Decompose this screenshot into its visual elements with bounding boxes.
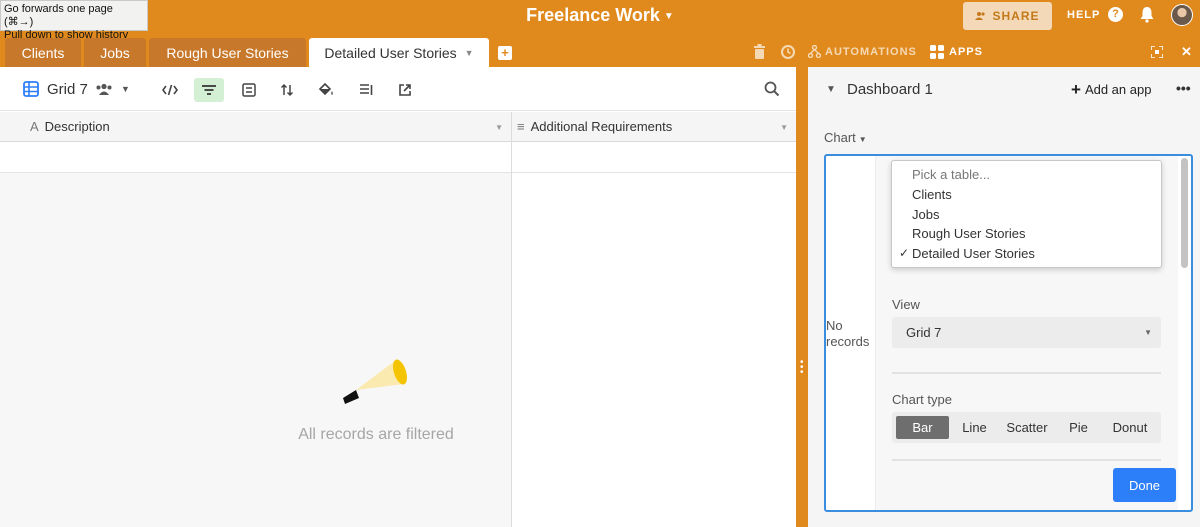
apps-icon (930, 45, 944, 59)
hide-fields-button[interactable] (155, 78, 185, 102)
group-button[interactable] (234, 78, 264, 102)
view-name[interactable]: Grid 7 (47, 81, 88, 98)
chart-app-label: Chart (824, 130, 856, 145)
chart-type-scatter[interactable]: Scatter (1000, 416, 1054, 439)
filter-button[interactable] (194, 78, 224, 102)
tab-rough-user-stories[interactable]: Rough User Stories (149, 38, 306, 68)
view-field-label: View (892, 297, 920, 312)
chart-type-label: Chart type (892, 392, 952, 407)
group-icon (242, 83, 256, 97)
checkmark-icon: ✓ (899, 246, 910, 260)
chevron-down-icon[interactable]: ▼ (780, 123, 788, 132)
done-button[interactable]: Done (1113, 468, 1176, 502)
share-view-button[interactable] (390, 78, 420, 102)
row-height-icon (360, 84, 373, 95)
tab-label: Clients (21, 45, 65, 61)
chart-type-pie[interactable]: Pie (1058, 416, 1099, 439)
chart-app-name[interactable]: Chart ▼ (824, 130, 867, 145)
view-select-value: Grid 7 (906, 325, 942, 340)
share-view-icon (399, 84, 411, 96)
table-option-detailed-user-stories[interactable]: Detailed User Stories (912, 246, 1035, 264)
apps-label: APPS (949, 46, 983, 58)
fullscreen-icon[interactable] (1151, 46, 1163, 58)
table-option-rough-user-stories[interactable]: Rough User Stories (912, 226, 1025, 244)
grid-view-icon (23, 81, 39, 97)
table-option-placeholder: Pick a table... (912, 167, 991, 182)
automations-button[interactable]: AUTOMATIONS (808, 45, 917, 58)
people-icon (975, 12, 986, 20)
empty-grid-area (0, 173, 511, 527)
base-title-text: Freelance Work (526, 5, 660, 25)
no-records-line-1: No (826, 318, 843, 333)
automations-icon (808, 45, 821, 58)
column-header-label: Description (44, 119, 110, 134)
help-button[interactable]: HELP (1067, 9, 1100, 21)
trash-icon[interactable] (754, 44, 765, 59)
tab-label: Jobs (100, 45, 130, 61)
chevron-down-icon[interactable]: ▼ (465, 48, 474, 58)
table-picker-dropdown[interactable]: Pick a table... Clients Jobs Rough User … (891, 160, 1162, 268)
chart-type-donut[interactable]: Donut (1103, 416, 1157, 439)
filter-icon (202, 85, 216, 95)
more-options-icon[interactable]: ••• (1176, 80, 1191, 96)
close-icon[interactable]: ✕ (1181, 44, 1192, 60)
color-button[interactable] (311, 78, 341, 102)
tab-clients[interactable]: Clients (5, 38, 81, 68)
dashboard-title[interactable]: Dashboard 1 (847, 81, 933, 98)
drag-handle-icon[interactable]: • • • (800, 358, 804, 378)
share-label: SHARE (992, 9, 1040, 23)
sort-button[interactable] (272, 78, 302, 102)
text-field-icon: A (30, 119, 39, 134)
history-icon[interactable] (780, 44, 796, 60)
panel-splitter[interactable] (796, 67, 808, 527)
chevron-down-icon[interactable]: ▼ (121, 84, 130, 94)
avatar[interactable] (1171, 4, 1193, 26)
chart-type-bar[interactable]: Bar (896, 416, 949, 439)
add-app-label: Add an app (1084, 82, 1152, 97)
chevron-down-icon[interactable]: ▼ (495, 123, 503, 132)
no-records-message: No records (826, 318, 869, 350)
table-option-clients[interactable]: Clients (912, 187, 952, 205)
chart-type-selector: Bar Line Scatter Pie Donut (892, 412, 1161, 443)
row-height-button[interactable] (351, 78, 381, 102)
plus-icon: + (1071, 80, 1081, 99)
search-icon[interactable] (764, 81, 780, 97)
table-option-jobs[interactable]: Jobs (912, 207, 939, 225)
tab-jobs[interactable]: Jobs (84, 38, 146, 68)
sort-icon (280, 83, 294, 97)
add-app-button[interactable]: + Add an app (1071, 80, 1152, 99)
settings-scrollbar[interactable] (1181, 158, 1188, 268)
chevron-down-icon[interactable]: ▼ (826, 84, 836, 95)
code-icon (162, 84, 178, 96)
view-select[interactable]: Grid 7 ▼ (892, 317, 1161, 348)
settings-divider (892, 459, 1161, 461)
long-text-field-icon: ≡ (517, 119, 525, 134)
column-header-additional-requirements[interactable]: ≡ Additional Requirements ▼ (512, 112, 796, 142)
tab-label: Detailed User Stories (324, 45, 457, 61)
view-toolbar: Grid 7 ▼ (0, 67, 796, 111)
empty-grid-area-right (512, 173, 796, 527)
help-icon[interactable]: ? (1108, 7, 1123, 22)
bell-icon[interactable] (1139, 6, 1155, 23)
no-records-line-2: records (826, 334, 870, 349)
column-header-description[interactable]: A Description ▼ (0, 112, 511, 142)
collaborative-view-icon (96, 83, 112, 95)
chart-type-line[interactable]: Line (953, 416, 996, 439)
apps-button[interactable]: APPS (930, 45, 983, 59)
tab-label: Rough User Stories (166, 45, 289, 61)
share-button[interactable]: SHARE (963, 2, 1052, 30)
paint-bucket-icon (318, 83, 333, 96)
chevron-down-icon: ▼ (663, 10, 674, 22)
add-table-button[interactable]: + (498, 46, 512, 60)
chevron-down-icon: ▼ (1144, 328, 1152, 337)
spotlight-icon (343, 359, 407, 404)
automations-label: AUTOMATIONS (825, 45, 917, 58)
empty-state-message: All records are filtered (298, 426, 454, 443)
chevron-down-icon: ▼ (858, 135, 867, 144)
tab-detailed-user-stories[interactable]: Detailed User Stories ▼ (309, 38, 489, 68)
column-header-label: Additional Requirements (530, 119, 673, 134)
settings-divider (892, 372, 1161, 374)
